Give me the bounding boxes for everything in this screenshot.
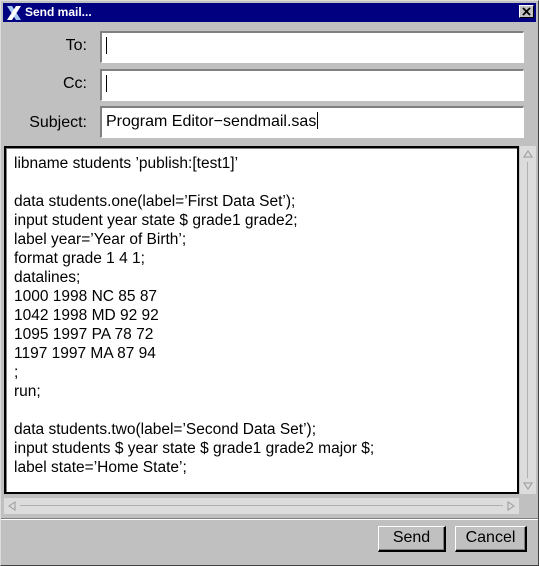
text-cursor xyxy=(106,75,107,93)
window-title: Send mail... xyxy=(25,5,92,19)
text-cursor xyxy=(317,112,319,130)
code-line: input student year state $ grade1 grade2… xyxy=(14,212,298,229)
horizontal-scroll-track[interactable] xyxy=(20,505,503,506)
code-line: 1095 1997 PA 78 72 xyxy=(14,326,154,343)
subject-label: Subject: xyxy=(29,114,87,131)
title-bar[interactable]: Send mail... xyxy=(3,3,536,22)
code-line: libname students ’publish:[test1]’ xyxy=(14,155,239,172)
code-line: data students.two(label=’Second Data Set… xyxy=(14,421,317,438)
app-icon xyxy=(6,5,22,21)
button-area-divider xyxy=(1,518,538,520)
code-line: data students.one(label=’First Data Set’… xyxy=(14,193,296,210)
subject-value: Program Editor−sendmail.sas xyxy=(106,113,317,130)
send-button[interactable]: Send xyxy=(378,526,446,552)
subject-field[interactable]: Program Editor−sendmail.sas xyxy=(100,106,524,138)
scroll-up-button[interactable] xyxy=(521,147,535,161)
code-line: 1042 1998 MD 92 92 xyxy=(14,307,159,324)
send-mail-window: Send mail... To: Cc: Subject: Program Ed… xyxy=(0,0,539,566)
arrow-down-icon xyxy=(523,482,533,490)
close-icon xyxy=(522,7,531,16)
text-cursor xyxy=(106,37,107,55)
close-button[interactable] xyxy=(519,5,534,18)
vertical-scroll-track[interactable] xyxy=(527,162,528,478)
scroll-down-button[interactable] xyxy=(521,479,535,493)
code-line: run; xyxy=(14,383,41,400)
cc-label: Cc: xyxy=(63,75,87,92)
code-line: ; xyxy=(14,364,19,381)
scroll-left-button[interactable] xyxy=(5,499,19,513)
code-line: format grade 1 4 1; xyxy=(14,250,145,267)
to-field[interactable] xyxy=(100,31,524,63)
scroll-right-button[interactable] xyxy=(504,499,518,513)
message-body-editor[interactable]: libname students ’publish:[test1]’ data … xyxy=(4,146,519,494)
code-line: datalines; xyxy=(14,269,81,286)
code-line: 1197 1997 MA 87 94 xyxy=(14,345,156,362)
code-line: 1000 1998 NC 85 87 xyxy=(14,288,158,305)
cancel-button[interactable]: Cancel xyxy=(455,526,527,552)
arrow-up-icon xyxy=(523,150,533,158)
message-body-text: libname students ’publish:[test1]’ data … xyxy=(14,154,374,477)
vertical-scrollbar[interactable] xyxy=(520,146,536,494)
arrow-left-icon xyxy=(8,501,16,511)
cc-field[interactable] xyxy=(100,69,524,101)
code-line: label year=’Year of Birth’; xyxy=(14,231,187,248)
code-line: label state=’Home State’; xyxy=(14,459,187,476)
horizontal-scrollbar[interactable] xyxy=(4,498,519,514)
to-label: To: xyxy=(65,37,87,54)
arrow-right-icon xyxy=(507,501,515,511)
code-line: input students $ year state $ grade1 gra… xyxy=(14,440,375,457)
